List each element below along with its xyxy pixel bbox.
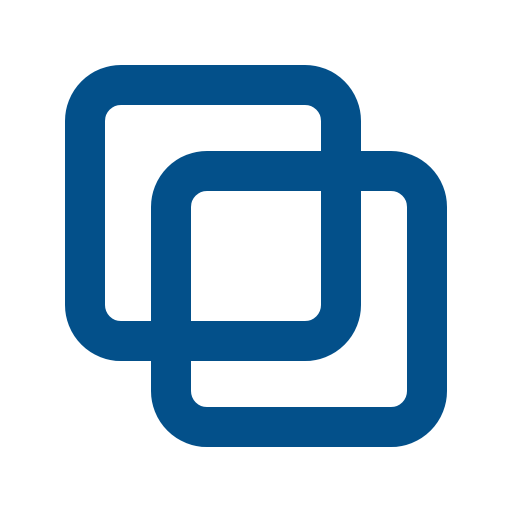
back-square-outline — [65, 65, 361, 361]
front-square-outline — [151, 151, 447, 447]
overlapping-squares-icon — [65, 65, 447, 447]
icon-canvas — [0, 0, 512, 512]
